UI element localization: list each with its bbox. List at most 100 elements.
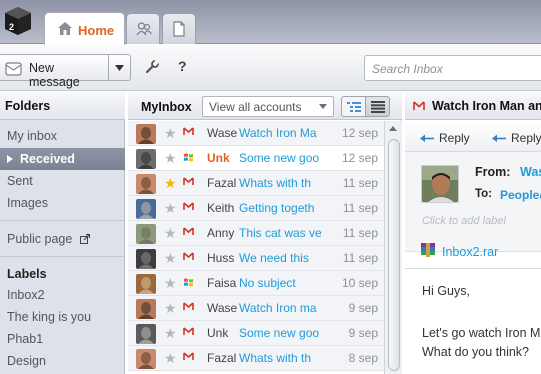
label-inbox2[interactable]: Inbox2 xyxy=(0,284,125,306)
wrench-icon[interactable] xyxy=(145,60,159,74)
message-row[interactable]: ★ Faisal No subject 10 sep xyxy=(128,271,384,296)
avatar xyxy=(136,174,156,194)
avatar xyxy=(136,124,156,144)
toolbar: New message ? Search Inbox xyxy=(0,45,541,91)
message-row[interactable]: ★ Fazal Whats with th 8 sep xyxy=(128,346,384,371)
scroll-thumb[interactable] xyxy=(388,139,400,371)
svg-text:2: 2 xyxy=(9,22,14,32)
message-date: 11 sep xyxy=(342,226,378,240)
sender-photo-icon xyxy=(422,166,458,202)
tab-contacts[interactable] xyxy=(126,13,160,44)
public-page-link[interactable]: Public page xyxy=(0,228,125,250)
windows-live-icon xyxy=(184,278,193,287)
compact-view-button[interactable] xyxy=(341,96,366,117)
message-date: 11 sep xyxy=(342,176,378,190)
reply-label: Reply xyxy=(439,131,470,145)
message-row[interactable]: ★ Wase Watch Iron Ma 12 sep xyxy=(128,121,384,146)
star-icon[interactable]: ★ xyxy=(164,275,177,291)
star-icon[interactable]: ★ xyxy=(164,175,177,191)
external-link-icon xyxy=(79,234,90,244)
avatar xyxy=(136,324,156,344)
message-list-pane: MyInbox View all accounts ★ Wase Watch Iro… xyxy=(128,92,402,374)
message-sender: Unk xyxy=(207,151,230,165)
detail-view-button[interactable] xyxy=(365,96,390,117)
message-subject: Whats with th xyxy=(239,351,312,365)
to-value[interactable]: People@ xyxy=(500,188,541,202)
star-icon[interactable]: ★ xyxy=(164,225,177,241)
tab-home-label: Home xyxy=(78,23,115,38)
reply-button[interactable]: Reply xyxy=(420,131,470,145)
from-value[interactable]: Was xyxy=(520,165,541,179)
windows-live-icon xyxy=(184,153,193,162)
star-icon[interactable]: ★ xyxy=(164,250,177,266)
message-sender: Anny xyxy=(207,226,235,240)
reading-pane: Watch Iron Man an Reply Reply From: Wa T… xyxy=(405,92,541,374)
folder-images[interactable]: Images xyxy=(0,192,125,214)
top-tab-bar: 2 Home xyxy=(0,0,541,45)
star-icon[interactable]: ★ xyxy=(164,350,177,366)
reply-all-label: Reply xyxy=(511,131,541,145)
to-label: To: xyxy=(475,188,493,200)
message-sender: Keith xyxy=(207,201,235,215)
message-sender: Fazal xyxy=(207,176,237,190)
new-message-icon xyxy=(5,62,22,76)
attachment-link[interactable]: Inbox2.rar xyxy=(442,245,498,259)
message-subject: Watch Iron Ma xyxy=(239,126,317,140)
message-subject: Some new goo xyxy=(239,151,320,165)
message-row[interactable]: ★ Keith Getting togeth 11 sep xyxy=(128,196,384,221)
scroll-up-button[interactable] xyxy=(385,121,402,136)
body-line: Hi Guys, xyxy=(422,284,470,298)
avatar xyxy=(136,274,156,294)
message-date: 8 sep xyxy=(348,351,378,365)
folder-sent[interactable]: Sent xyxy=(0,170,125,192)
body-line: What do you think? xyxy=(422,345,530,359)
message-date: 11 sep xyxy=(342,251,378,265)
reply-all-button[interactable]: Reply xyxy=(492,131,541,145)
message-row[interactable]: ★ Unk Some new goo 12 sep xyxy=(128,146,384,171)
list-scrollbar[interactable] xyxy=(384,121,402,374)
star-icon[interactable]: ★ xyxy=(164,150,177,166)
help-button[interactable]: ? xyxy=(178,58,187,74)
account-filter-value: View all accounts xyxy=(209,100,302,114)
message-subject: We need this xyxy=(239,251,309,265)
message-row[interactable]: ★ Unk Some new goo 9 sep xyxy=(128,321,384,346)
reply-all-icon xyxy=(492,134,506,142)
new-message-button[interactable]: New message xyxy=(0,54,109,89)
body-line: Let's go watch Iron M xyxy=(422,326,541,340)
message-row[interactable]: ★ Anny This cat was ve 11 sep xyxy=(128,221,384,246)
folder-received-label: Received xyxy=(20,152,75,166)
star-icon[interactable]: ★ xyxy=(164,300,177,316)
star-icon[interactable]: ★ xyxy=(164,200,177,216)
message-sender: Huss xyxy=(207,251,235,265)
message-row[interactable]: ★ Huss We need this 11 sep xyxy=(128,246,384,271)
star-icon[interactable]: ★ xyxy=(164,125,177,141)
star-icon[interactable]: ★ xyxy=(164,325,177,341)
tab-documents[interactable] xyxy=(162,13,196,44)
message-row[interactable]: ★ Fazal Whats with th 11 sep xyxy=(128,171,384,196)
message-subject: Watch Iron ma xyxy=(239,301,317,315)
label-design[interactable]: Design xyxy=(0,350,125,372)
new-message-dropdown-button[interactable] xyxy=(109,54,131,81)
avatar xyxy=(136,299,156,319)
folder-my-inbox[interactable]: My inbox xyxy=(0,125,125,147)
message-subject: Whats with th xyxy=(239,176,312,190)
avatar xyxy=(136,199,156,219)
folder-pane: Folders My inbox Received Sent Images Pu… xyxy=(0,92,125,374)
tab-home[interactable]: Home xyxy=(44,12,125,45)
message-date: 10 sep xyxy=(341,276,378,290)
account-filter-select[interactable]: View all accounts xyxy=(202,96,334,117)
search-input[interactable]: Search Inbox xyxy=(364,55,541,81)
message-sender: Fazal xyxy=(207,351,237,365)
label-the-king-is-you[interactable]: The king is you xyxy=(0,306,125,328)
message-subject: This cat was ve xyxy=(239,226,322,240)
add-label-hint[interactable]: Click to add label xyxy=(422,215,506,227)
divider xyxy=(405,268,541,269)
message-row[interactable]: ★ Wase Watch Iron ma 9 sep xyxy=(128,296,384,321)
gmail-icon xyxy=(183,327,194,335)
label-phab1[interactable]: Phab1 xyxy=(0,328,125,350)
triangle-right-icon xyxy=(7,155,13,163)
labels-heading: Labels xyxy=(7,267,47,281)
message-sender: Wase xyxy=(207,126,237,140)
folder-received[interactable]: Received xyxy=(0,148,125,170)
avatar xyxy=(136,349,156,369)
